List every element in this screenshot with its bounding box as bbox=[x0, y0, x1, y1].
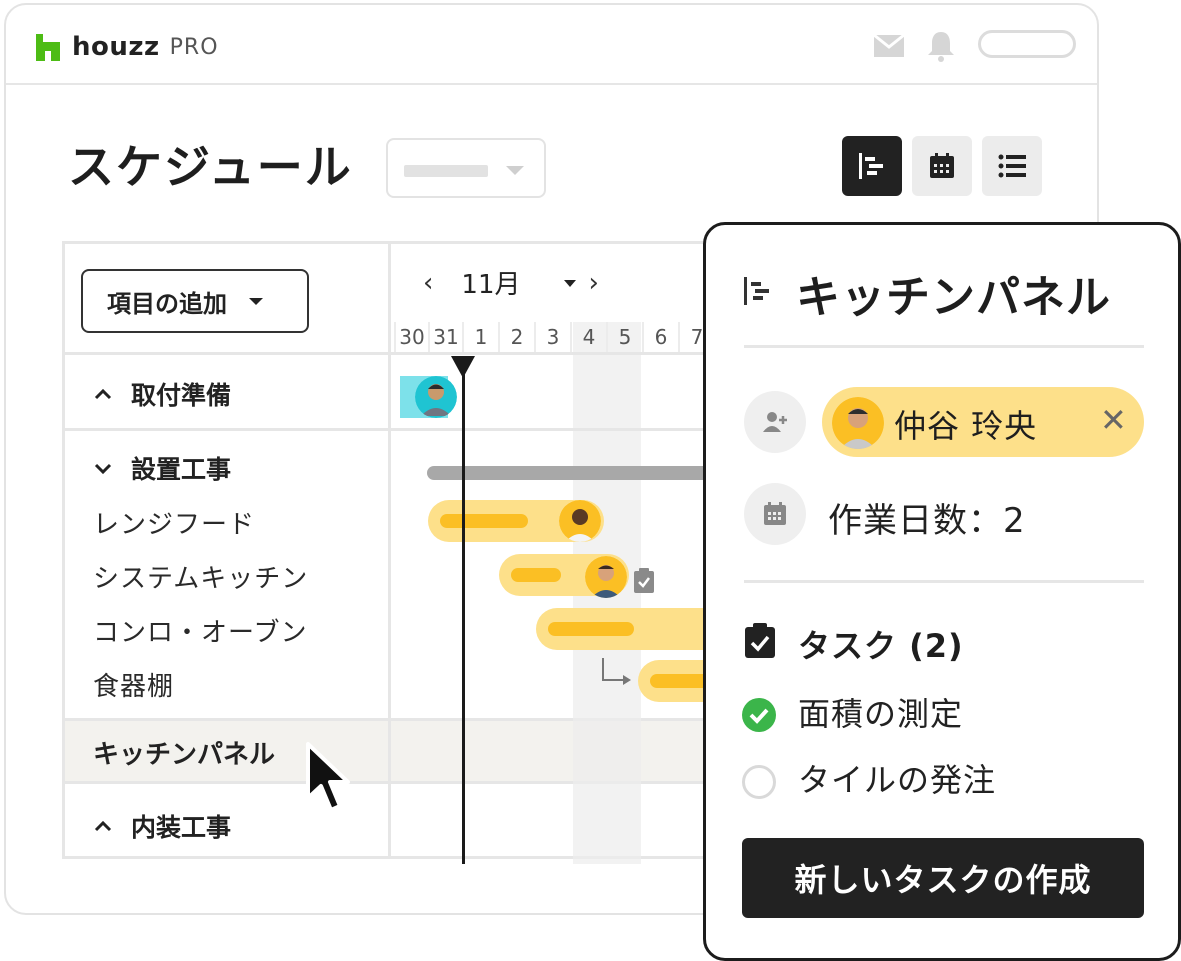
avatar[interactable] bbox=[559, 500, 601, 542]
group-row-prep[interactable]: 取付準備 bbox=[93, 376, 231, 412]
bar-progress bbox=[650, 674, 710, 688]
day-cell: 4 bbox=[570, 322, 606, 352]
chevron-down-icon bbox=[506, 166, 524, 175]
gantt-icon bbox=[859, 153, 883, 179]
bar-progress bbox=[511, 568, 561, 582]
install-summary-bar[interactable] bbox=[427, 466, 717, 480]
today-line bbox=[462, 360, 465, 864]
mouse-cursor-icon bbox=[306, 742, 350, 812]
day-cell: 3 bbox=[534, 322, 570, 352]
add-assignee-button[interactable] bbox=[744, 391, 806, 453]
group-row-interior[interactable]: 内装工事 bbox=[93, 808, 231, 844]
row-system-kitchen[interactable]: システムキッチン bbox=[93, 558, 308, 595]
row-range-hood[interactable]: レンジフード bbox=[93, 504, 255, 541]
detail-panel: キッチンパネル 仲谷 玲央 ✕ 作業日数：2 タスク (2) 面積の測定 タイル bbox=[703, 222, 1181, 961]
list-view-button[interactable] bbox=[982, 136, 1042, 196]
day-cell: 6 bbox=[642, 322, 678, 352]
project-select[interactable] bbox=[386, 138, 546, 198]
group-label: 内装工事 bbox=[131, 813, 232, 842]
assignee-name: 仲谷 玲央 bbox=[894, 407, 1038, 445]
assignee-chip[interactable]: 仲谷 玲央 ✕ bbox=[822, 387, 1144, 457]
task-checkbox-checked[interactable] bbox=[742, 698, 776, 732]
bar-progress bbox=[548, 622, 634, 636]
avatar[interactable] bbox=[415, 376, 457, 418]
bell-icon[interactable] bbox=[924, 29, 958, 63]
group-row-kitchen-panel[interactable]: キッチンパネル bbox=[93, 734, 275, 771]
next-month-button[interactable]: › bbox=[589, 268, 599, 298]
task-item-label[interactable]: 面積の測定 bbox=[798, 689, 963, 735]
avatar[interactable] bbox=[585, 556, 627, 598]
divider bbox=[744, 345, 1144, 348]
day-cell: 30 bbox=[394, 322, 428, 352]
gantt-icon bbox=[744, 277, 769, 305]
group-label: 設置工事 bbox=[131, 455, 232, 484]
remove-assignee-close-icon[interactable]: ✕ bbox=[1100, 401, 1127, 439]
chevron-up-icon bbox=[94, 820, 112, 832]
month-navigator: ‹ 11月 › bbox=[423, 264, 599, 301]
row-cupboard[interactable]: 食器棚 bbox=[93, 666, 174, 703]
select-placeholder-bar bbox=[404, 165, 488, 177]
workdays-icon-circle bbox=[744, 483, 806, 545]
create-task-button[interactable]: 新しいタスクの作成 bbox=[742, 838, 1144, 918]
mail-icon[interactable] bbox=[872, 29, 906, 63]
bar-progress bbox=[440, 514, 528, 528]
list-icon bbox=[998, 154, 1026, 178]
chevron-down-icon bbox=[94, 463, 112, 475]
task-checkbox-unchecked[interactable] bbox=[742, 765, 776, 799]
top-bar: houzz PRO bbox=[6, 5, 1097, 85]
add-item-button[interactable]: 項目の追加 bbox=[81, 269, 309, 333]
divider bbox=[744, 580, 1144, 583]
task-item-label[interactable]: タイルの発注 bbox=[798, 755, 996, 801]
chevron-up-icon bbox=[94, 388, 112, 400]
clipboard-icon bbox=[634, 568, 654, 593]
group-row-install[interactable]: 設置工事 bbox=[93, 450, 231, 486]
group-label: 取付準備 bbox=[131, 381, 232, 410]
add-item-label: 項目の追加 bbox=[107, 289, 227, 318]
houzz-pro-logo[interactable]: houzz PRO bbox=[34, 29, 219, 65]
detail-title: キッチンパネル bbox=[796, 272, 1111, 323]
houzz-logo-icon bbox=[36, 34, 60, 61]
workdays-label: 作業日数：2 bbox=[828, 501, 1026, 541]
day-cell: 2 bbox=[498, 322, 534, 352]
gantt-view-button[interactable] bbox=[842, 136, 902, 196]
month-label: 11月 bbox=[461, 270, 521, 300]
page-title: スケジュール bbox=[68, 140, 353, 194]
dependency-arrow-icon bbox=[602, 658, 631, 685]
brand-name: houzz bbox=[72, 32, 160, 62]
avatar bbox=[832, 397, 884, 449]
chevron-down-icon bbox=[249, 297, 263, 305]
row-stove-oven[interactable]: コンロ・オーブン bbox=[93, 612, 307, 649]
prev-month-button[interactable]: ‹ bbox=[423, 268, 433, 298]
calendar-view-button[interactable] bbox=[912, 136, 972, 196]
caret-down-icon[interactable] bbox=[563, 278, 577, 288]
check-icon bbox=[749, 708, 769, 724]
add-user-icon bbox=[763, 412, 787, 432]
brand-suffix: PRO bbox=[169, 34, 219, 60]
search-pill[interactable] bbox=[978, 30, 1076, 58]
day-cell: 5 bbox=[606, 322, 642, 352]
clipboard-icon bbox=[745, 623, 775, 658]
tasks-heading: タスク (2) bbox=[798, 627, 964, 665]
calendar-icon bbox=[930, 153, 954, 178]
day-cell: 31 bbox=[428, 322, 462, 352]
day-cell: 1 bbox=[462, 322, 498, 352]
calendar-icon bbox=[764, 502, 786, 525]
